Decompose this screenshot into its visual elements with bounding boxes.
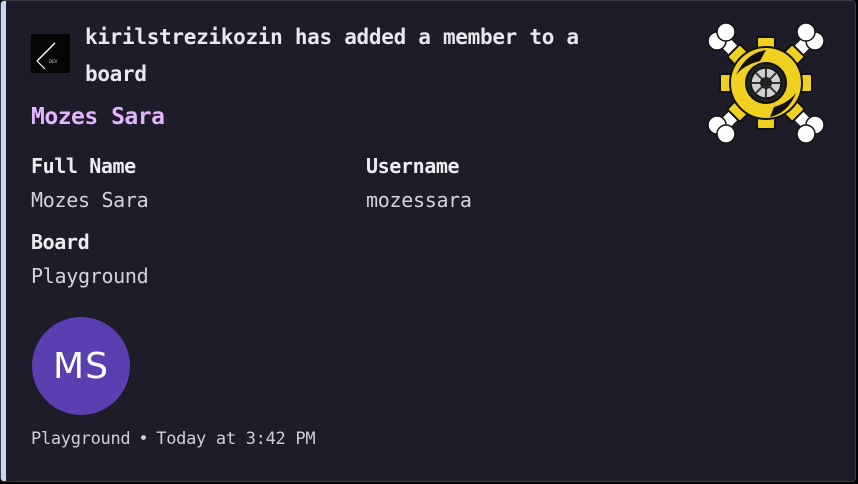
field-username: Username mozessara	[366, 152, 472, 220]
author-text: kirilstrezikozin has added a member to a…	[85, 19, 651, 93]
embed-thumbnail[interactable]	[706, 22, 826, 144]
field-name: Full Name	[31, 154, 136, 178]
footer-text: Playground	[31, 429, 131, 449]
embed-accent-bar	[1, 1, 6, 481]
embed-card: DEV kirilstrezikozin has added a member …	[0, 0, 856, 482]
gear-skull-crossbones-icon	[707, 22, 825, 144]
field-name: Username	[366, 154, 460, 178]
field-value: mozessara	[366, 188, 472, 212]
embed-footer: Playground • Today at 3:42 PM	[31, 429, 316, 449]
field-value: Playground	[31, 264, 149, 288]
author-name[interactable]: kirilstrezikozin	[85, 25, 283, 49]
field-full-name: Full Name Mozes Sara	[31, 152, 149, 220]
member-avatar-initials: MS	[53, 345, 109, 387]
member-avatar[interactable]: MS	[32, 317, 130, 415]
footer-separator: •	[138, 429, 149, 449]
author-avatar[interactable]: DEV	[31, 34, 70, 73]
field-name: Board	[31, 230, 90, 254]
footer-timestamp: Today at 3:42 PM	[156, 429, 316, 449]
embed-title: Mozes Sara	[31, 104, 165, 130]
field-value: Mozes Sara	[31, 188, 149, 212]
svg-text:DEV: DEV	[49, 59, 58, 64]
author-logo-icon: DEV	[31, 34, 70, 73]
embed-author: DEV kirilstrezikozin has added a member …	[31, 19, 651, 93]
field-board: Board Playground	[31, 228, 149, 296]
